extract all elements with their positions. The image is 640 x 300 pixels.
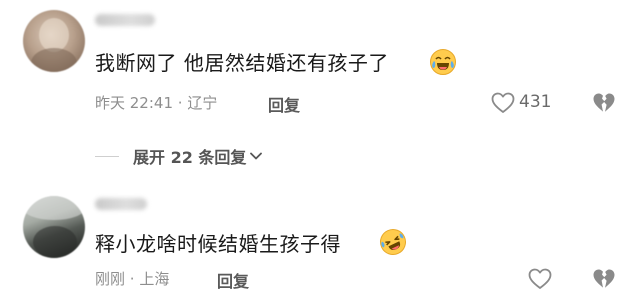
- heart-icon[interactable]: [491, 92, 515, 114]
- rolling-laughing-emoji: [380, 229, 406, 255]
- like-count: 431: [519, 92, 552, 112]
- comment-time: 昨天 22:41: [95, 94, 173, 112]
- comment-text: 我断网了 他居然结婚还有孩子了: [95, 51, 389, 75]
- comment-meta: 刚刚 · 上海: [95, 270, 170, 288]
- reply-button[interactable]: 回复: [268, 92, 300, 116]
- comment-time: 刚刚: [95, 270, 126, 288]
- expand-replies-button[interactable]: 展开 22 条回复: [95, 144, 264, 168]
- chevron-down-icon: [250, 152, 263, 160]
- username-redacted[interactable]: [95, 198, 147, 210]
- avatar[interactable]: [23, 196, 85, 258]
- username-redacted[interactable]: [95, 14, 155, 26]
- comment-location: 辽宁: [187, 94, 218, 112]
- comment-location: 上海: [139, 270, 170, 288]
- comment-section: 我断网了 他居然结婚还有孩子了 昨天 22:41 · 辽宁 回复 431 展开 …: [0, 0, 640, 300]
- reply-button[interactable]: 回复: [217, 268, 249, 292]
- broken-heart-icon[interactable]: [592, 92, 616, 114]
- heart-icon[interactable]: [528, 268, 552, 290]
- comment-meta: 昨天 22:41 · 辽宁: [95, 94, 218, 112]
- expand-replies-label: 展开 22 条回复: [133, 148, 247, 167]
- broken-heart-icon[interactable]: [592, 268, 616, 290]
- crying-laughing-emoji: [430, 49, 456, 75]
- divider-line: [95, 155, 119, 157]
- avatar[interactable]: [23, 10, 85, 72]
- comment-text: 释小龙啥时候结婚生孩子得: [95, 232, 341, 256]
